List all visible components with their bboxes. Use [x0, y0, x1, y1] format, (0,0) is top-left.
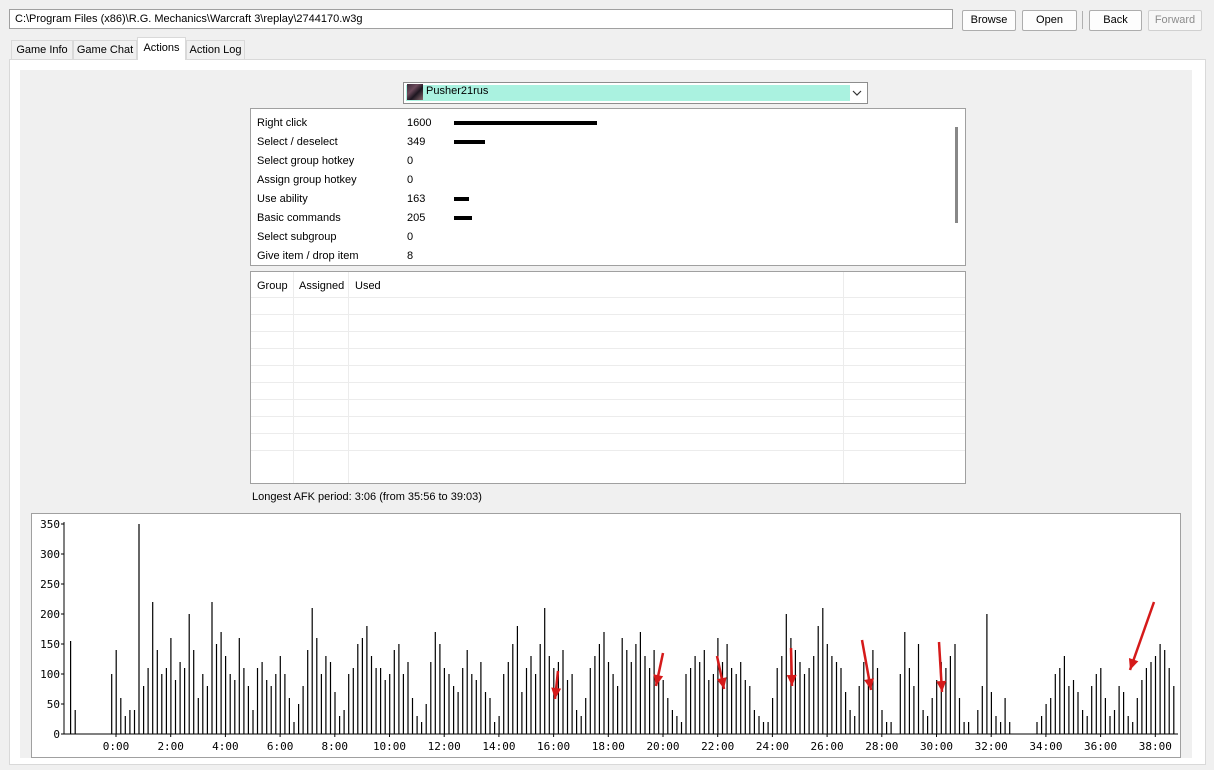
- column-divider: [843, 272, 844, 483]
- x-tick-label: 28:00: [865, 740, 898, 753]
- action-label: Use ability: [257, 193, 308, 205]
- table-row-line: [251, 416, 965, 417]
- y-tick-label: 200: [40, 608, 60, 621]
- action-count: 8: [407, 250, 414, 262]
- x-tick-label: 10:00: [373, 740, 406, 753]
- action-stats-list[interactable]: Right click 1600 Select / deselect 349 Selec…: [250, 108, 966, 266]
- player-avatar-icon: [407, 84, 423, 100]
- y-tick-label: 150: [40, 638, 60, 651]
- y-tick-label: 250: [40, 578, 60, 591]
- x-tick-label: 0:00: [103, 740, 130, 753]
- action-count: 0: [407, 231, 414, 243]
- column-header-used[interactable]: Used: [355, 280, 381, 292]
- action-label: Select / deselect: [257, 136, 338, 148]
- y-tick-label: 0: [53, 728, 60, 741]
- x-tick-label: 32:00: [975, 740, 1008, 753]
- player-select[interactable]: Pusher21rus: [403, 82, 868, 104]
- table-row-line: [251, 399, 965, 400]
- annotation-arrowhead: [936, 680, 947, 692]
- y-tick-label: 350: [40, 518, 60, 531]
- table-row-line: [251, 365, 965, 366]
- table-row-line: [251, 297, 965, 298]
- longest-afk-text: Longest AFK period: 3:06 (from 35:56 to …: [252, 491, 482, 503]
- action-label: Select group hotkey: [257, 155, 355, 167]
- tab-game-info[interactable]: Game Info: [11, 40, 73, 59]
- forward-button[interactable]: Forward: [1148, 10, 1202, 31]
- action-row[interactable]: Select / deselect 349: [251, 131, 941, 150]
- open-button[interactable]: Open: [1022, 10, 1077, 31]
- action-row[interactable]: Basic commands 205: [251, 207, 941, 226]
- table-row-line: [251, 433, 965, 434]
- x-tick-label: 2:00: [157, 740, 184, 753]
- x-tick-label: 30:00: [920, 740, 953, 753]
- y-tick-label: 300: [40, 548, 60, 561]
- x-tick-label: 12:00: [428, 740, 461, 753]
- table-row-line: [251, 382, 965, 383]
- action-row[interactable]: Give item / drop item 8: [251, 245, 941, 264]
- action-row[interactable]: Use ability 163: [251, 188, 941, 207]
- column-divider: [348, 272, 349, 483]
- annotation-arrowhead: [1128, 657, 1139, 670]
- tab-actions[interactable]: Actions: [137, 37, 186, 60]
- action-row[interactable]: Select subgroup 0: [251, 226, 941, 245]
- x-tick-label: 14:00: [482, 740, 515, 753]
- x-tick-label: 20:00: [646, 740, 679, 753]
- action-count: 163: [407, 193, 426, 205]
- apm-chart-svg: 0 50 100 150 200 250 300 350 0:00 2:00 4:00 6:00 8:0…: [40, 518, 1178, 753]
- x-tick-label: 6:00: [267, 740, 294, 753]
- action-list-scrollbar[interactable]: [955, 127, 958, 223]
- table-row-line: [251, 348, 965, 349]
- action-count: 0: [407, 155, 414, 167]
- action-count-bar: [454, 197, 469, 201]
- tab-game-chat[interactable]: Game Chat: [73, 40, 137, 59]
- column-header-group[interactable]: Group: [257, 280, 288, 292]
- y-tick-label: 50: [47, 698, 60, 711]
- column-divider: [293, 272, 294, 483]
- replay-path-input[interactable]: C:\Program Files (x86)\R.G. Mechanics\Wa…: [9, 9, 953, 29]
- x-tick-label: 24:00: [756, 740, 789, 753]
- column-header-assigned[interactable]: Assigned: [299, 280, 344, 292]
- table-row-line: [251, 331, 965, 332]
- action-label: Select subgroup: [257, 231, 337, 243]
- action-count-bar: [454, 216, 472, 220]
- player-select-value: Pusher21rus: [426, 85, 489, 97]
- back-button[interactable]: Back: [1089, 10, 1142, 31]
- x-tick-label: 26:00: [811, 740, 844, 753]
- toolbar-separator: [1082, 11, 1083, 29]
- action-count-bar: [454, 140, 485, 144]
- action-row[interactable]: Right click 1600: [251, 112, 941, 131]
- action-label: Right click: [257, 117, 308, 129]
- apm-chart: 0 50 100 150 200 250 300 350 0:00 2:00 4:00 6:00 8:0…: [31, 513, 1181, 758]
- x-tick-label: 18:00: [592, 740, 625, 753]
- action-count: 349: [407, 136, 426, 148]
- x-tick-label: 8:00: [322, 740, 349, 753]
- group-hotkey-table[interactable]: Group Assigned Used: [250, 271, 966, 484]
- tab-action-log[interactable]: Action Log: [186, 40, 245, 59]
- action-row[interactable]: Assign group hotkey 0: [251, 169, 941, 188]
- action-label: Give item / drop item: [257, 250, 359, 262]
- x-tick-label: 38:00: [1139, 740, 1172, 753]
- table-row-line: [251, 450, 965, 451]
- action-count: 205: [407, 212, 426, 224]
- action-label: Basic commands: [257, 212, 341, 224]
- x-tick-label: 4:00: [212, 740, 239, 753]
- x-tick-label: 36:00: [1084, 740, 1117, 753]
- table-row-line: [251, 314, 965, 315]
- chevron-down-icon[interactable]: [851, 87, 863, 99]
- action-label: Assign group hotkey: [257, 174, 357, 186]
- action-row[interactable]: Select group hotkey 0: [251, 150, 941, 169]
- action-count: 0: [407, 174, 414, 186]
- x-tick-label: 34:00: [1029, 740, 1062, 753]
- y-tick-label: 100: [40, 668, 60, 681]
- browse-button[interactable]: Browse: [962, 10, 1016, 31]
- action-count: 1600: [407, 117, 432, 129]
- x-tick-label: 16:00: [537, 740, 570, 753]
- action-count-bar: [454, 121, 597, 125]
- x-tick-label: 22:00: [701, 740, 734, 753]
